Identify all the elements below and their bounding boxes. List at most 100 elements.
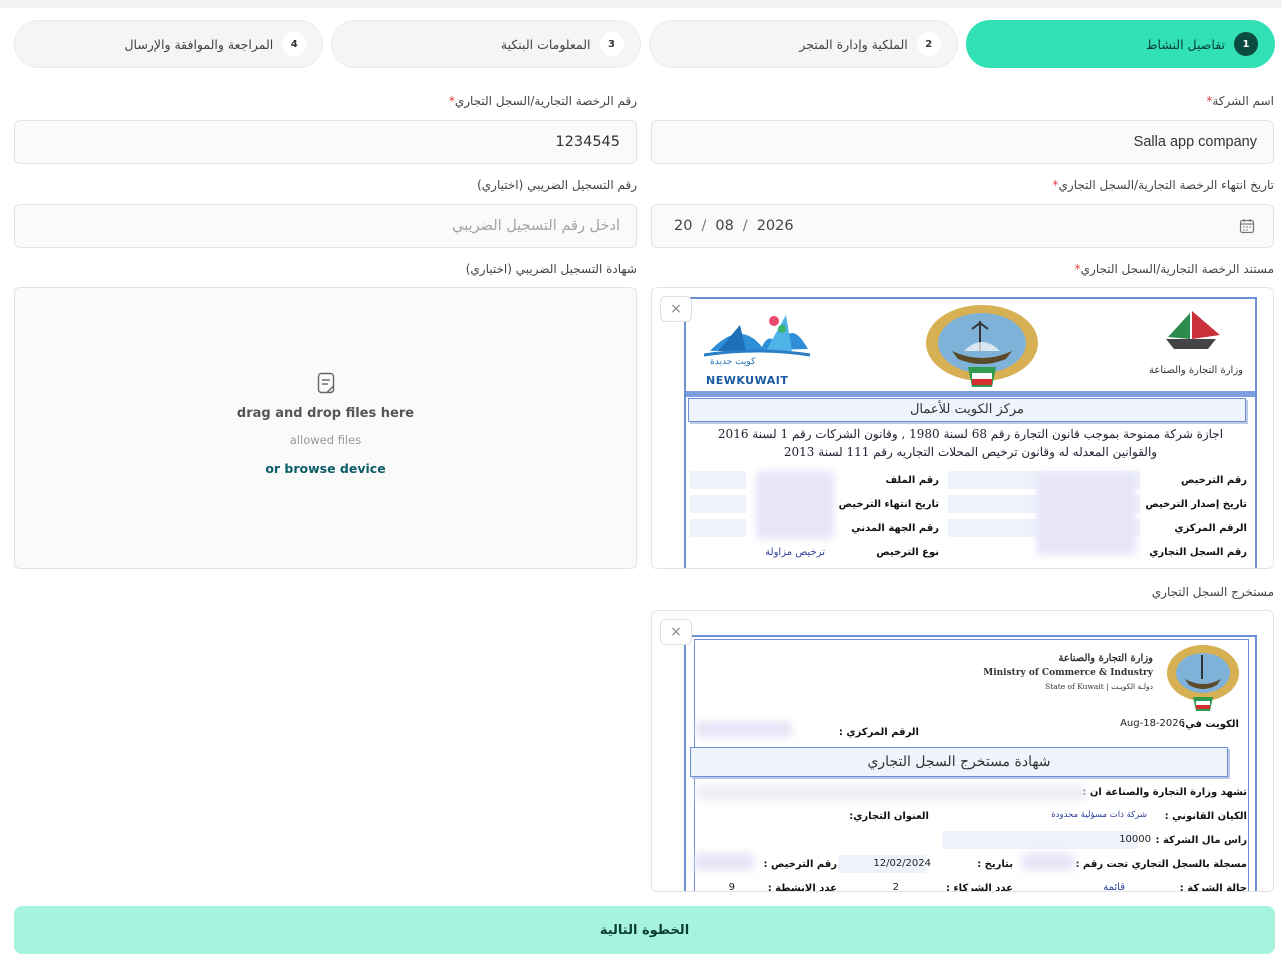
remove-commercial-extract-button[interactable]: ×	[660, 619, 692, 645]
ministry-name-en: Ministry of Commerce & Industry	[983, 668, 1153, 678]
doc-center-title: مركز الكويت للأعمال	[688, 398, 1246, 422]
license-document-image: كويت جديدة NEWKUWAIT وزارة التجارة والصن…	[684, 297, 1257, 568]
allowed-files-text: allowed files	[289, 433, 362, 447]
date-label: بتاريخ :	[977, 859, 1013, 870]
tax-number-label: رقم التسجيل الضريبي (اختياري)	[477, 178, 637, 192]
step-ownership[interactable]: 2 الملكية وإدارة المتجر	[648, 20, 958, 68]
doc-line-1: اجازة شركة ممنوحة بموجب قانون التجارة رق…	[717, 427, 1224, 441]
drag-drop-text: drag and drop files here	[236, 406, 415, 421]
tax-certificate-label: شهادة التسجيل الضريبي (اختياري)	[465, 262, 637, 276]
step-activity-details[interactable]: 1 تفاصيل النشاط	[965, 20, 1275, 68]
top-bar	[0, 0, 1282, 8]
state-of-kuwait: State of Kuwait | دولـة الكويـت	[1045, 682, 1153, 691]
date-separator: /	[701, 218, 707, 234]
doc-row-label: رقم الجهة المدني	[851, 523, 939, 534]
header-divider	[686, 391, 1255, 397]
doc-line-2: والقوانين المعدله له وقانون ترخيص المحلا…	[783, 445, 1158, 459]
step-label: الملكية وإدارة المتجر	[799, 36, 908, 52]
step-bank-info[interactable]: 3 المعلومات البنكية	[331, 20, 641, 68]
stepper: 1 تفاصيل النشاط 2 الملكية وإدارة المتجر …	[14, 20, 1275, 68]
date-month[interactable]: 08	[715, 218, 733, 234]
kuwait-date-label: الكويت في:	[1181, 719, 1239, 730]
kuwait-emblem	[1167, 645, 1239, 711]
kuwait-date-value: 2026-Aug-18	[1120, 718, 1185, 729]
date-day[interactable]: 20	[674, 218, 692, 234]
newkuwait-text: NEWKUWAIT	[706, 374, 789, 387]
partners-value: 2	[892, 882, 899, 892]
step-number: 4	[282, 32, 307, 56]
legal-entity-value: شركة ذات مسؤلية محدودة	[1051, 810, 1147, 820]
doc-row-label: تاريخ انتهاء الترخيص	[838, 499, 939, 510]
redacted-area	[694, 853, 754, 871]
ministry-name-ar: وزارة التجارة والصناعة	[1058, 653, 1153, 664]
central-number-label: الرقم المركزي :	[838, 727, 919, 738]
step-review-submit[interactable]: 4 المراجعة والموافقة والإرسال	[14, 20, 324, 68]
calendar-icon[interactable]	[1239, 218, 1255, 234]
remove-license-doc-button[interactable]: ×	[660, 296, 692, 322]
tax-certificate-dropzone[interactable]: drag and drop files here allowed files o…	[14, 287, 637, 569]
newkuwait-logo	[703, 315, 811, 357]
certify-text: تشهد وزارة التجارة والصناعة ان :	[1082, 787, 1247, 798]
doc-row-label: رقم السجل التجاري	[1149, 547, 1247, 558]
redacted-area	[696, 785, 1086, 801]
license-number-value: 1234545	[555, 134, 620, 150]
step-label: تفاصيل النشاط	[1145, 36, 1225, 52]
legal-entity-label: الكيان القانوني :	[1164, 811, 1247, 822]
row-strip	[690, 519, 746, 537]
activities-value: 9	[728, 882, 735, 892]
step-number: 3	[599, 32, 624, 56]
license-number-field[interactable]: 1234545	[14, 120, 637, 164]
company-name-value: Salla app company	[1133, 134, 1257, 150]
tax-number-field[interactable]	[14, 204, 637, 248]
license-expiry-date-field[interactable]: 20 / 08 / 2026	[651, 204, 1274, 248]
step-label: المعلومات البنكية	[500, 36, 591, 52]
dropzone-content: drag and drop files here allowed files o…	[15, 372, 636, 476]
registered-label: مسجلة بالسجل التجاري تحت رقم :	[1075, 859, 1247, 870]
commercial-extract-label: مستخرج السجل التجاري	[1151, 585, 1274, 599]
step-number: 1	[1234, 32, 1258, 56]
extract-title: شهادة مستخرج السجل التجاري	[690, 747, 1228, 777]
tax-number-input[interactable]	[31, 218, 620, 234]
redacted-area	[1022, 853, 1074, 871]
date-value: 12/02/2024	[873, 858, 931, 869]
capital-label: راس مال الشركة :	[1155, 835, 1247, 846]
date-separator: /	[742, 218, 748, 234]
commercial-extract-image: وزارة التجارة والصناعة Ministry of Comme…	[684, 635, 1257, 892]
doc-row-label: نوع الترخيص	[876, 547, 939, 558]
file-icon	[317, 372, 334, 394]
company-name-label: اسم الشركة*	[1206, 94, 1274, 108]
row-strip	[690, 495, 746, 513]
license-doc-label: مستند الرخصة التجارية/السجل التجاري*	[1074, 262, 1274, 276]
kuwait-emblem	[926, 305, 1038, 387]
address-label: العنوان التجاري:	[849, 811, 929, 822]
doc-row-label: رقم الملف	[885, 475, 939, 486]
license-type-value: ترخيص مزاولة	[765, 547, 825, 558]
date-segments: 20 / 08 / 2026	[674, 218, 794, 234]
redacted-area	[696, 721, 792, 737]
step-number: 2	[916, 32, 941, 56]
company-name-field[interactable]: Salla app company	[651, 120, 1274, 164]
date-year[interactable]: 2026	[757, 218, 794, 234]
license-number-label: رقم الرخصة التجارية/السجل التجاري*	[448, 94, 637, 108]
doc-row-label: تاريخ إصدار الترخيص	[1145, 499, 1247, 510]
license-expiry-label: تاريخ انتهاء الرخصة التجارية/السجل التجا…	[1052, 178, 1274, 192]
status-value: قائمة	[1103, 882, 1125, 892]
ministry-logo	[1166, 311, 1220, 349]
redacted-area	[1036, 473, 1136, 555]
browse-device-link[interactable]: or browse device	[15, 461, 636, 476]
next-step-button[interactable]: الخطوة التالية	[14, 906, 1275, 954]
ministry-name-ar: وزارة التجارة والصناعة	[1149, 365, 1243, 376]
status-label: حالة الشركة :	[1179, 883, 1247, 892]
doc-row-label: رقم الترخيص	[1180, 475, 1247, 486]
license-no-label: رقم الترخيص :	[763, 859, 837, 870]
commercial-extract-preview: × وزارة التجارة والصناعة Ministry of Com…	[651, 610, 1274, 892]
license-doc-preview: × كويت جديدة NEWKUWAIT وزارة التجارة وال…	[651, 287, 1274, 569]
redacted-area	[756, 471, 834, 539]
row-strip	[690, 471, 746, 489]
activities-label: عدد الانشطة :	[767, 883, 837, 892]
row-strip	[942, 831, 1138, 849]
step-label: المراجعة والموافقة والإرسال	[124, 36, 274, 52]
capital-value: 10000	[1119, 834, 1151, 845]
newkuwait-ar: كويت جديدة	[710, 357, 756, 367]
partners-label: عدد الشركاء :	[946, 883, 1013, 892]
